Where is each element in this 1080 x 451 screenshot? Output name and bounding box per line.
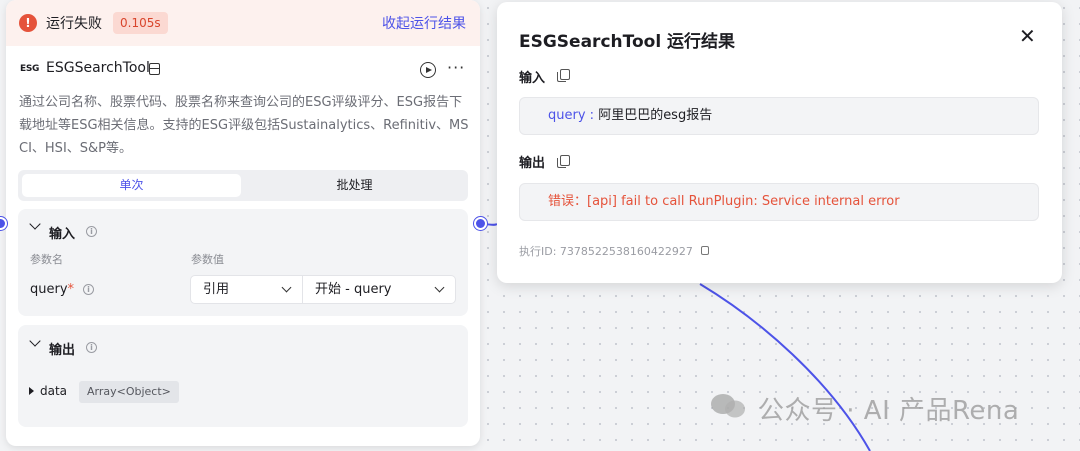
query-key: query (548, 108, 586, 123)
error-message: 错误：[api] fail to call RunPlugin: Service… (548, 194, 900, 209)
output-section: 输出 i data Array<Object> (18, 325, 468, 427)
reference-value-select[interactable]: 开始 - query (303, 275, 456, 304)
expand-triangle-icon[interactable] (29, 387, 34, 395)
watermark-text: 公众号 · AI 产品Rena (758, 396, 1020, 426)
input-section-title: 输入 (49, 227, 76, 242)
input-section: 输入 i 参数名 参数值 query* i 引用 开始 - query (18, 209, 468, 316)
chevron-down-icon[interactable] (29, 335, 41, 347)
collapse-results-link[interactable]: 收起运行结果 (382, 13, 466, 33)
play-icon[interactable] (420, 62, 436, 78)
run-mode-tabs: 单次 批处理 (18, 170, 468, 201)
output-port[interactable] (474, 217, 487, 230)
error-icon: ! (19, 14, 37, 32)
input-value-box: query : 阿里巴巴的esg报告 (519, 97, 1039, 135)
more-icon[interactable]: ··· (447, 58, 465, 77)
status-text: 运行失败 (46, 16, 102, 32)
esg-logo: ESG (20, 64, 40, 74)
info-icon: i (83, 284, 94, 295)
output-field-type: Array<Object> (79, 381, 179, 403)
chevron-down-icon (281, 282, 292, 293)
close-icon[interactable]: ✕ (1019, 24, 1036, 48)
output-field-name: data (40, 384, 68, 398)
param-name-header: 参数名 (30, 253, 63, 266)
layout-icon[interactable] (149, 63, 160, 75)
param-value-header: 参数值 (191, 253, 224, 266)
run-result-panel: ESGSearchTool 运行结果 ✕ 输入 query : 阿里巴巴的esg… (497, 2, 1062, 283)
chevron-down-icon (434, 282, 445, 293)
copy-icon[interactable] (701, 246, 709, 255)
reference-type-select[interactable]: 引用 (190, 275, 303, 304)
wechat-icon (711, 394, 745, 418)
result-output-label: 输出 (519, 156, 546, 171)
param-name: query* (30, 282, 75, 297)
run-status-bar: ! 运行失败 0.105s 收起运行结果 (6, 0, 480, 46)
tool-node-card[interactable]: ! 运行失败 0.105s 收起运行结果 ESG ESGSearchTool ·… (6, 0, 480, 446)
info-icon: i (86, 226, 97, 237)
chevron-down-icon[interactable] (29, 218, 41, 230)
output-value-box: 错误：[api] fail to call RunPlugin: Service… (519, 183, 1039, 221)
output-section-title: 输出 (49, 343, 76, 358)
tool-description: 通过公司名称、股票代码、股票名称来查询公司的ESG评级评分、ESG报告下载地址等… (19, 95, 469, 156)
copy-icon[interactable] (557, 69, 570, 82)
execution-id: 执行ID: 7378522538160422927 (519, 245, 693, 258)
tab-single[interactable]: 单次 (22, 174, 241, 197)
tool-name: ESGSearchTool (46, 60, 150, 76)
result-input-label: 输入 (519, 71, 546, 86)
info-icon: i (86, 342, 97, 353)
panel-title: ESGSearchTool 运行结果 (519, 32, 736, 52)
query-separator: : (585, 108, 599, 123)
required-mark: * (67, 282, 75, 297)
copy-icon[interactable] (557, 155, 570, 168)
duration-badge: 0.105s (113, 12, 168, 34)
tab-batch[interactable]: 批处理 (245, 174, 464, 197)
query-value: 阿里巴巴的esg报告 (598, 108, 713, 123)
